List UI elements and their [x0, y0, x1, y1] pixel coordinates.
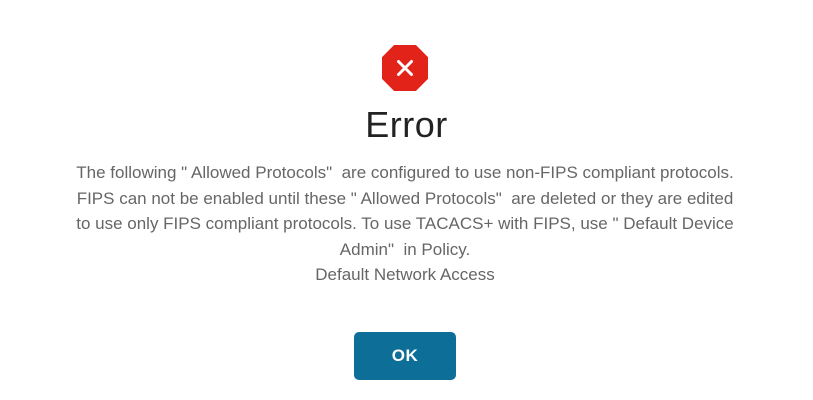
dialog-title: Error [365, 104, 448, 145]
error-dialog: Error The following " Allowed Protocols"… [0, 0, 813, 400]
error-octagon-icon [381, 44, 429, 92]
error-message: The following " Allowed Protocols" are c… [30, 160, 780, 288]
ok-button[interactable]: OK [354, 332, 456, 380]
message-line: Admin" in Policy. [339, 239, 471, 259]
message-line: The following " Allowed Protocols" are c… [76, 163, 734, 182]
message-line: FIPS can not be enabled until these " Al… [76, 188, 734, 208]
message-line: to use only FIPS compliant protocols. To… [76, 214, 734, 233]
message-line: Default Network Access [315, 265, 495, 284]
